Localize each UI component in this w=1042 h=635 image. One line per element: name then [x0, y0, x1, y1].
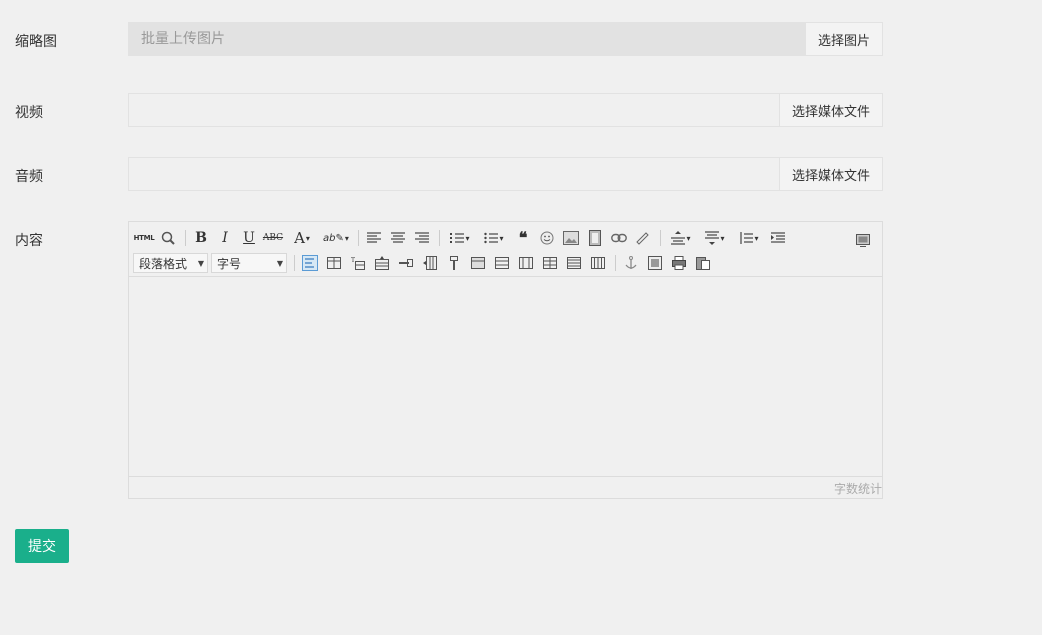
select-audio-media-button[interactable]: 选择媒体文件: [778, 158, 882, 190]
underline-icon[interactable]: U: [238, 227, 260, 249]
bold-icon[interactable]: B: [190, 227, 212, 249]
thumbnail-input[interactable]: [129, 23, 805, 55]
delete-row-icon[interactable]: [395, 252, 417, 274]
align-right-icon[interactable]: [411, 227, 433, 249]
indent-icon[interactable]: [767, 227, 789, 249]
fullscreen-icon[interactable]: [852, 229, 874, 251]
thumbnail-upload-row: 选择图片: [128, 22, 883, 56]
toolbar-divider: [439, 230, 440, 246]
paragraph-format-select[interactable]: 段落格式 ▼: [133, 253, 208, 273]
toolbar-divider: [294, 255, 295, 271]
toolbar-divider: [660, 230, 661, 246]
svg-text:T: T: [351, 257, 355, 264]
chevron-down-icon: ▼: [276, 258, 283, 268]
toolbar-divider: [615, 255, 616, 271]
font-size-value: 字号: [217, 256, 242, 271]
preview-icon[interactable]: [157, 227, 179, 249]
highlight-color-icon[interactable]: ab ✎ ▾: [320, 227, 352, 249]
anchor-icon[interactable]: [620, 252, 642, 274]
split-cells-icon[interactable]: [539, 252, 561, 274]
font-color-icon[interactable]: A ▾: [286, 227, 318, 249]
toolbar-row-1: HTML B I U ABC A ▾ ab ✎ ▾ ▾ ▾ ❝ ▾ ▾ ▾: [133, 226, 878, 250]
ordered-list-icon[interactable]: ▾: [444, 227, 476, 249]
video-upload-row: 选择媒体文件: [128, 93, 883, 127]
insert-paragraph-before-table-icon[interactable]: T: [347, 252, 369, 274]
paste-plain-icon[interactable]: [692, 252, 714, 274]
blockquote-icon[interactable]: ❝: [512, 227, 534, 249]
delete-column-icon[interactable]: [443, 252, 465, 274]
word-count: 字数统计: [833, 482, 882, 496]
strikethrough-icon[interactable]: ABC: [262, 227, 284, 249]
content-label: 内容: [15, 233, 43, 249]
editor-content-area[interactable]: [129, 277, 882, 477]
split-rows-icon[interactable]: [563, 252, 585, 274]
audio-label: 音频: [15, 169, 43, 185]
align-center-icon[interactable]: [387, 227, 409, 249]
rich-text-editor: HTML B I U ABC A ▾ ab ✎ ▾ ▾ ▾ ❝ ▾ ▾ ▾ 段落…: [128, 221, 883, 499]
emoticon-icon[interactable]: [536, 227, 558, 249]
align-left-icon[interactable]: [363, 227, 385, 249]
link-icon[interactable]: [608, 227, 630, 249]
editor-toolbar: HTML B I U ABC A ▾ ab ✎ ▾ ▾ ▾ ❝ ▾ ▾ ▾ 段落…: [129, 222, 882, 277]
italic-icon[interactable]: I: [214, 227, 236, 249]
image-icon[interactable]: [560, 227, 582, 249]
unordered-list-icon[interactable]: ▾: [478, 227, 510, 249]
line-height-icon[interactable]: ▾: [733, 227, 765, 249]
insert-column-icon[interactable]: [419, 252, 441, 274]
paragraph-format-value: 段落格式: [139, 256, 188, 271]
toolbar-row-2: 段落格式 ▼ 字号 ▼ T: [133, 251, 878, 275]
video-icon[interactable]: [584, 227, 606, 249]
insert-row-icon[interactable]: [371, 252, 393, 274]
audio-upload-row: 选择媒体文件: [128, 157, 883, 191]
video-input[interactable]: [129, 94, 779, 126]
chevron-down-icon: ▼: [197, 258, 204, 268]
page-break-icon[interactable]: [644, 252, 666, 274]
merge-cells-icon[interactable]: [467, 252, 489, 274]
video-label: 视频: [15, 105, 43, 121]
select-image-button[interactable]: 选择图片: [804, 23, 882, 55]
row-spacing-bottom-icon[interactable]: ▾: [699, 227, 731, 249]
select-video-media-button[interactable]: 选择媒体文件: [778, 94, 882, 126]
print-icon[interactable]: [668, 252, 690, 274]
audio-input[interactable]: [129, 158, 779, 190]
toolbar-divider: [358, 230, 359, 246]
font-size-select[interactable]: 字号 ▼: [211, 253, 287, 273]
html-source-label: HTML: [133, 234, 155, 242]
thumbnail-label: 缩略图: [15, 34, 57, 50]
direction-ltr-icon[interactable]: [299, 252, 321, 274]
toolbar-divider: [185, 230, 186, 246]
split-columns-icon[interactable]: [587, 252, 609, 274]
merge-right-icon[interactable]: [491, 252, 513, 274]
insert-table-icon[interactable]: [323, 252, 345, 274]
eraser-icon[interactable]: [632, 227, 654, 249]
html-source-button[interactable]: HTML: [133, 227, 155, 249]
submit-button[interactable]: 提交: [15, 529, 69, 563]
row-spacing-top-icon[interactable]: ▾: [665, 227, 697, 249]
merge-down-icon[interactable]: [515, 252, 537, 274]
